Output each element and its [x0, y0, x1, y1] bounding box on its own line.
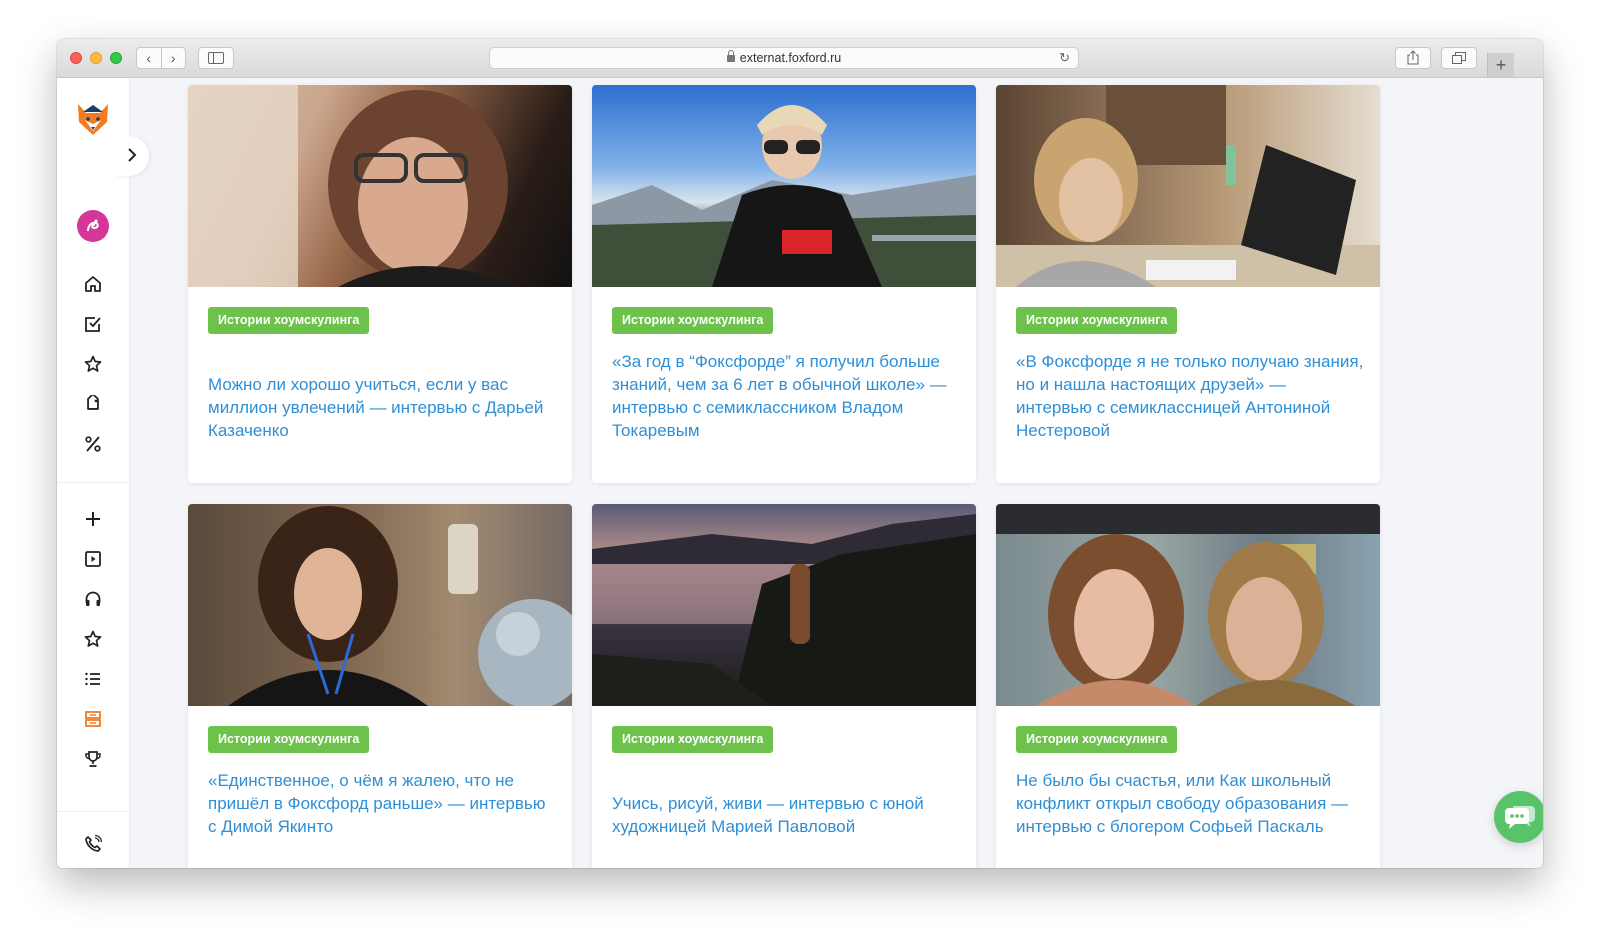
layers-icon[interactable] — [81, 707, 105, 731]
browser-toolbar: ‹ › externat.foxford.ru ↻ + — [57, 39, 1543, 78]
article-card[interactable]: Истории хоумскулинга Учись, рисуй, живи … — [592, 504, 976, 868]
phone-icon[interactable] — [81, 832, 105, 856]
avatar[interactable] — [77, 210, 109, 242]
article-photo — [996, 85, 1380, 287]
article-card[interactable]: Истории хоумскулинга «За год в “Фоксфорд… — [592, 85, 976, 483]
articles-feed: Истории хоумскулинга Можно ли хорошо учи… — [129, 78, 1543, 868]
article-title[interactable]: «Единственное, о чём я жалею, что не при… — [208, 769, 556, 838]
foxford-logo[interactable] — [75, 100, 111, 136]
category-badge[interactable]: Истории хоумскулинга — [612, 726, 774, 753]
address-bar[interactable]: externat.foxford.ru ↻ — [489, 47, 1079, 69]
category-badge[interactable]: Истории хоумскулинга — [612, 307, 774, 334]
url-text: externat.foxford.ru — [739, 51, 842, 65]
lock-icon — [726, 50, 735, 62]
article-title[interactable]: «В Фоксфорде я не только получаю знания,… — [1016, 350, 1364, 442]
list-icon[interactable] — [81, 667, 105, 691]
article-title[interactable]: Не было бы счастья, или Как школьный кон… — [1016, 769, 1364, 838]
history-nav: ‹ › — [136, 47, 186, 69]
category-badge[interactable]: Истории хоумскулинга — [208, 726, 370, 753]
browser-window: ‹ › externat.foxford.ru ↻ + Истории хоум… — [57, 39, 1543, 868]
article-photo — [592, 504, 976, 706]
tab-overview-button[interactable] — [1441, 47, 1477, 69]
side-rail — [57, 78, 149, 868]
article-card[interactable]: Истории хоумскулинга «В Фоксфорде я не т… — [996, 85, 1380, 483]
article-photo — [188, 504, 572, 709]
home-icon[interactable] — [81, 272, 105, 296]
article-title[interactable]: Учись, рисуй, живи — интервью с юной худ… — [612, 792, 960, 838]
favorites-star-icon[interactable] — [81, 627, 105, 651]
article-title[interactable]: «За год в “Фоксфорде” я получил больше з… — [612, 350, 960, 442]
article-title[interactable]: Можно ли хорошо учиться, если у вас милл… — [208, 373, 556, 442]
article-card[interactable]: Истории хоумскулинга «Единственное, о чё… — [188, 504, 572, 868]
chevron-right-icon — [128, 148, 137, 162]
category-badge[interactable]: Истории хоумскулинга — [1016, 726, 1178, 753]
close-window-button[interactable] — [70, 52, 82, 64]
article-card[interactable]: Истории хоумскулинга Можно ли хорошо учи… — [188, 85, 572, 483]
forward-button[interactable]: › — [162, 48, 186, 68]
plus-icon[interactable] — [81, 507, 105, 531]
back-button[interactable]: ‹ — [137, 48, 162, 68]
category-badge[interactable]: Истории хоумскулинга — [208, 307, 370, 334]
rail-divider — [57, 482, 129, 483]
share-icon — [1407, 50, 1419, 65]
maximize-window-button[interactable] — [110, 52, 122, 64]
percent-icon[interactable] — [81, 432, 105, 456]
article-photo — [996, 504, 1380, 706]
minimize-window-button[interactable] — [90, 52, 102, 64]
checkbox-icon[interactable] — [81, 312, 105, 336]
sidebar-toggle-button[interactable] — [198, 47, 234, 69]
tabs-icon — [1452, 52, 1466, 64]
sidebar-icon — [208, 52, 224, 64]
tag-icon[interactable] — [81, 392, 105, 416]
trophy-icon[interactable] — [81, 747, 105, 771]
play-square-icon[interactable] — [81, 547, 105, 571]
headphones-icon[interactable] — [81, 587, 105, 611]
category-badge[interactable]: Истории хоумскулинга — [1016, 307, 1178, 334]
article-card[interactable]: Истории хоумскулинга Не было бы счастья,… — [996, 504, 1380, 868]
reload-icon[interactable]: ↻ — [1059, 48, 1070, 68]
article-photo — [188, 85, 572, 287]
share-button[interactable] — [1395, 47, 1431, 69]
star-icon[interactable] — [81, 352, 105, 376]
article-photo — [592, 85, 976, 287]
user-avatar-icon — [87, 219, 99, 232]
chat-button[interactable] — [1494, 791, 1543, 843]
new-tab-button[interactable]: + — [1487, 53, 1514, 77]
chat-icon — [1505, 806, 1535, 829]
rail-divider — [57, 811, 129, 812]
